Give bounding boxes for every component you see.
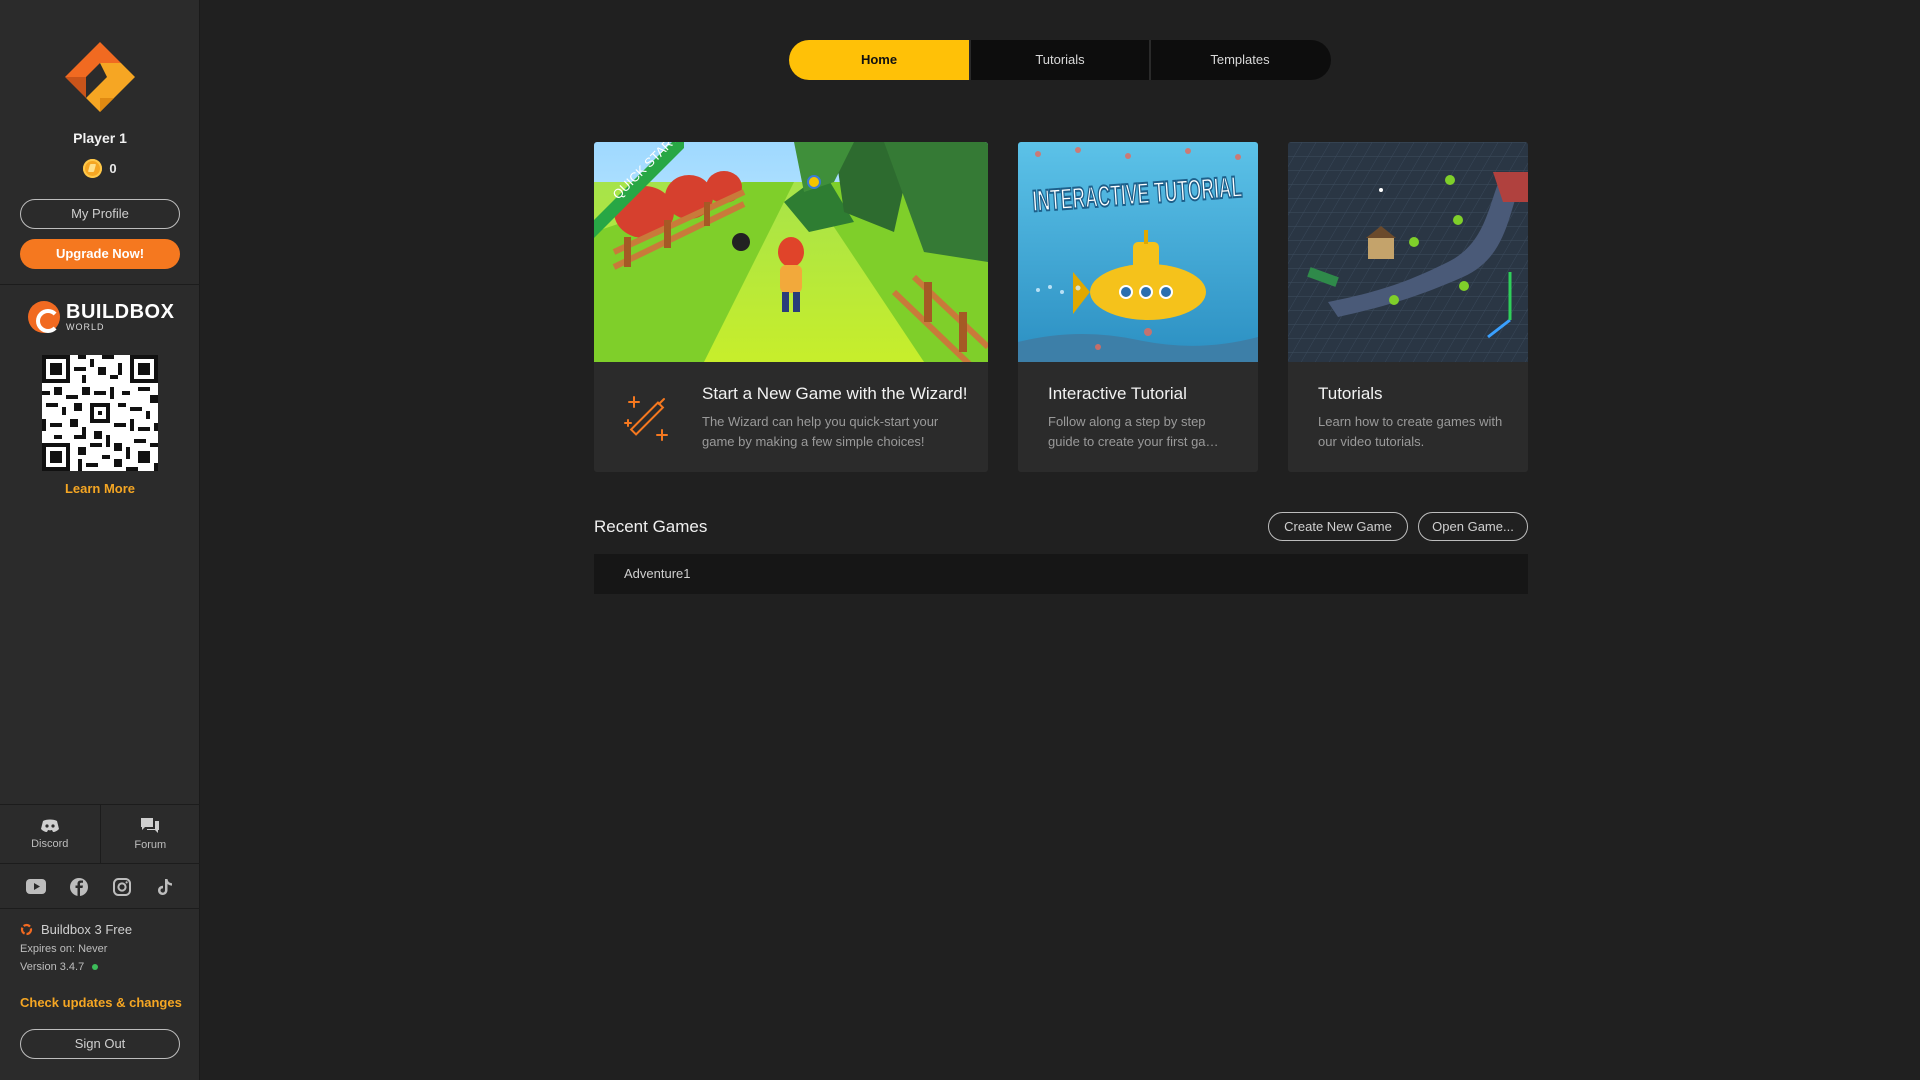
interactive-tutorial-image: INTERACTIVE TUTORIAL — [1018, 142, 1258, 362]
check-updates-link[interactable]: Check updates & changes — [20, 995, 182, 1010]
version-line: Version 3.4.7 — [20, 961, 190, 973]
buildbox-small-icon — [20, 923, 33, 936]
buildbox-world-subtitle: WORLD — [66, 322, 105, 332]
social-links — [0, 865, 200, 909]
expires-text: Expires on: Never — [20, 943, 108, 955]
interactive-tutorial-card[interactable]: INTERACTIVE TUTORIAL Interactive Tutoria… — [1018, 142, 1258, 472]
tab-templates[interactable]: Templates — [1149, 40, 1329, 80]
wizard-card-title: Start a New Game with the Wizard! — [702, 384, 968, 403]
tab-home[interactable]: Home — [789, 40, 969, 80]
player-name: Player 1 — [73, 130, 127, 146]
forum-button[interactable]: Forum — [99, 805, 201, 863]
sidebar: Player 1 0 My Profile Upgrade Now! BUILD… — [0, 0, 200, 1080]
recent-games-title: Recent Games — [594, 517, 708, 536]
facebook-icon[interactable] — [68, 876, 90, 898]
tutorials-card-desc: Learn how to create games with our video… — [1318, 414, 1503, 449]
recent-game-row[interactable]: Adventure1 — [594, 554, 1528, 594]
wizard-card-image: QUICK START! — [594, 142, 988, 362]
tutorials-card[interactable]: Tutorials Learn how to create games with… — [1288, 142, 1528, 472]
version-info: Buildbox 3 Free Expires on: Never Versio… — [20, 922, 190, 979]
forum-icon — [141, 818, 160, 833]
quick-start-ribbon: QUICK START! — [594, 142, 684, 238]
discord-label: Discord — [31, 838, 69, 850]
coin-count: 0 — [109, 161, 117, 176]
interactive-tutorial-title: Interactive Tutorial — [1048, 384, 1187, 403]
discord-icon — [40, 819, 59, 832]
tab-tutorials[interactable]: Tutorials — [969, 40, 1149, 80]
upgrade-button[interactable]: Upgrade Now! — [20, 239, 180, 269]
sign-out-button[interactable]: Sign Out — [20, 1029, 180, 1059]
youtube-icon[interactable] — [25, 876, 47, 898]
version-text: Version 3.4.7 — [20, 961, 85, 973]
buildbox-world-title: BUILDBOX — [66, 301, 175, 323]
buildbox-world-icon — [28, 301, 60, 333]
open-game-button[interactable]: Open Game... — [1418, 512, 1528, 541]
qr-code — [42, 355, 158, 471]
interactive-tutorial-desc: Follow along a step by step guide to cre… — [1048, 414, 1219, 449]
coin-balance: 0 — [0, 159, 200, 178]
tutorials-card-title: Tutorials — [1318, 384, 1383, 403]
instagram-icon[interactable] — [111, 876, 133, 898]
product-label: Buildbox 3 Free — [41, 922, 133, 937]
tiktok-icon[interactable] — [154, 876, 176, 898]
forum-label: Forum — [134, 839, 167, 851]
tutorials-card-image — [1288, 142, 1528, 362]
create-new-game-button[interactable]: Create New Game — [1268, 512, 1408, 541]
magic-wand-icon — [624, 396, 668, 441]
sidebar-divider — [0, 284, 200, 285]
wizard-card-desc: The Wizard can help you quick-start your… — [702, 414, 939, 449]
buildbox-logo — [65, 42, 135, 112]
status-dot — [92, 964, 99, 970]
learn-more-link[interactable]: Learn More — [0, 481, 200, 496]
community-links: Discord Forum — [0, 804, 200, 864]
my-profile-button[interactable]: My Profile — [20, 199, 180, 229]
coin-icon — [83, 159, 103, 178]
main-tabs: Home Tutorials Templates — [789, 40, 1331, 80]
discord-button[interactable]: Discord — [0, 805, 100, 863]
buildbox-world-logo[interactable]: BUILDBOX WORLD — [28, 301, 174, 333]
product-name: Buildbox 3 Free — [20, 922, 190, 937]
wizard-card[interactable]: QUICK START! Start a New Game with the W… — [594, 142, 988, 472]
